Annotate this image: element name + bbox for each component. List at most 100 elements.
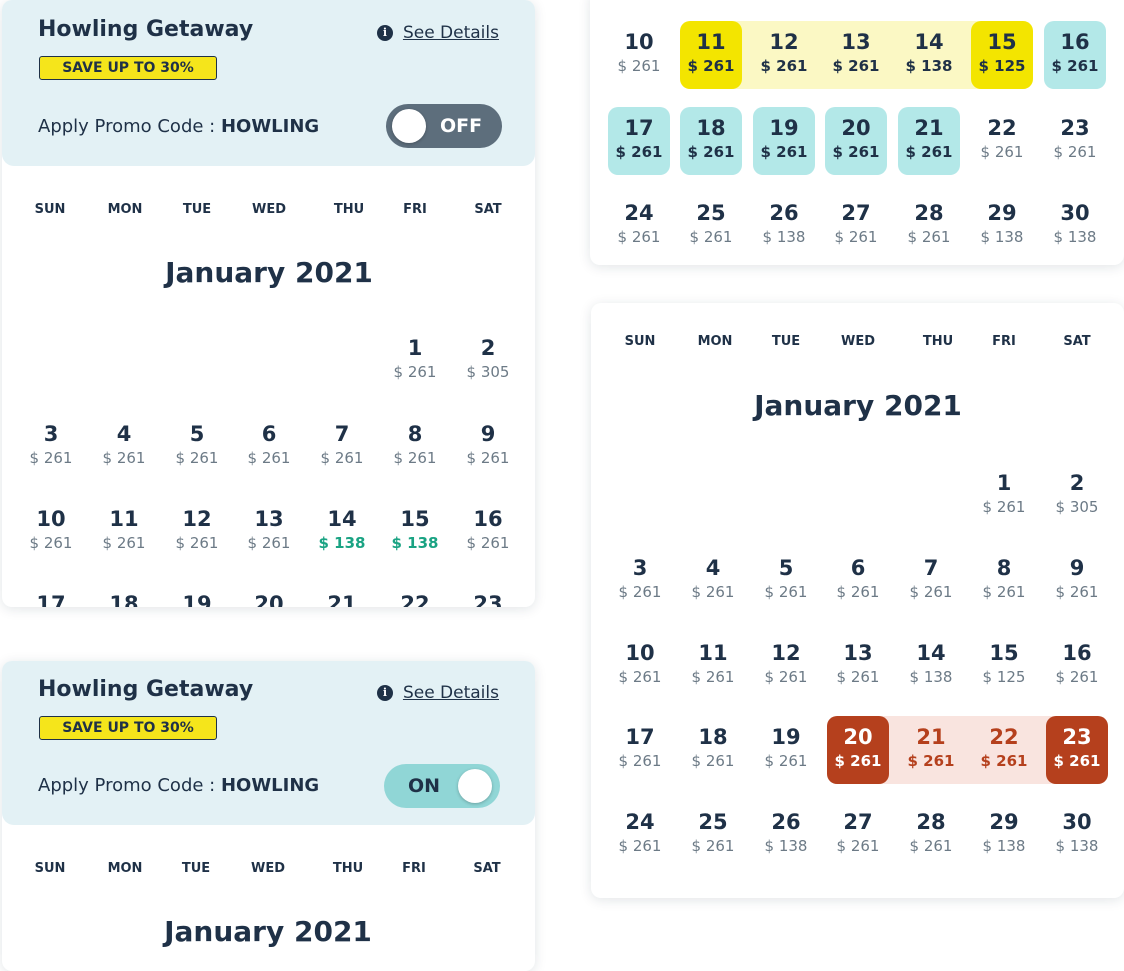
day-cell[interactable]: 3 $ 261 — [609, 547, 671, 615]
day-price: $ 261 — [980, 143, 1024, 161]
see-details-link[interactable]: See Details — [403, 683, 499, 703]
day-cell[interactable]: 4 $ 261 — [93, 413, 155, 481]
day-cell[interactable]: 23 — [457, 583, 519, 607]
day-cell[interactable]: 17 — [20, 583, 82, 607]
weekday-tue: TUE — [182, 202, 212, 217]
see-details-link[interactable]: See Details — [403, 23, 499, 43]
day-cell[interactable]: 27 $ 261 — [827, 801, 889, 869]
day-cell[interactable]: 13 $ 261 — [825, 21, 887, 89]
day-cell[interactable]: 9 $ 261 — [457, 413, 519, 481]
day-number: 19 — [769, 116, 799, 140]
day-cell[interactable]: 6 $ 261 — [827, 547, 889, 615]
day-cell[interactable]: 1 $ 261 — [973, 462, 1035, 530]
day-cell[interactable]: 12 $ 261 — [755, 632, 817, 700]
day-cell[interactable]: 3 $ 261 — [20, 413, 82, 481]
day-price: $ 261 — [1055, 583, 1099, 601]
day-cell[interactable]: 15 $ 138 — [384, 498, 446, 566]
day-cell[interactable]: 12 $ 261 — [166, 498, 228, 566]
day-cell[interactable]: 30 $ 138 — [1044, 192, 1106, 260]
day-cell[interactable]: 14 $ 138 — [311, 498, 373, 566]
day-cell[interactable]: 9 $ 261 — [1046, 547, 1108, 615]
day-cell[interactable]: 26 $ 138 — [753, 192, 815, 260]
day-cell[interactable]: 25 $ 261 — [680, 192, 742, 260]
day-cell[interactable]: 10 $ 261 — [20, 498, 82, 566]
day-cell[interactable]: 29 $ 138 — [973, 801, 1035, 869]
day-cell[interactable]: 11 $ 261 — [93, 498, 155, 566]
month-title: January 2021 — [165, 256, 373, 289]
day-cell[interactable]: 21 — [311, 583, 373, 607]
day-cell[interactable]: 15 $ 125 — [973, 632, 1035, 700]
day-cell[interactable]: 21 $ 261 — [898, 107, 960, 175]
day-cell[interactable]: 23 $ 261 — [1046, 716, 1108, 784]
day-number: 29 — [989, 810, 1019, 834]
day-cell[interactable]: 14 $ 138 — [898, 21, 960, 89]
day-price: $ 261 — [1055, 668, 1099, 686]
day-cell[interactable]: 24 $ 261 — [608, 192, 670, 260]
day-cell[interactable]: 11 $ 261 — [680, 21, 742, 89]
day-cell[interactable]: 18 $ 261 — [680, 107, 742, 175]
day-cell[interactable]: 20 — [238, 583, 300, 607]
day-cell[interactable]: 15 $ 125 — [971, 21, 1033, 89]
day-cell[interactable]: 11 $ 261 — [682, 632, 744, 700]
toggle-label: OFF — [440, 115, 483, 137]
day-number: 16 — [1062, 641, 1092, 665]
day-number: 7 — [923, 556, 939, 580]
day-cell[interactable]: 23 $ 261 — [1044, 107, 1106, 175]
day-cell[interactable]: 25 $ 261 — [682, 801, 744, 869]
day-cell[interactable]: 6 $ 261 — [238, 413, 300, 481]
day-cell[interactable]: 10 $ 261 — [608, 21, 670, 89]
day-cell[interactable]: 18 — [93, 583, 155, 607]
day-cell[interactable]: 20 $ 261 — [827, 716, 889, 784]
day-cell[interactable]: 14 $ 138 — [900, 632, 962, 700]
day-number: 26 — [769, 201, 799, 225]
day-price: $ 261 — [907, 752, 955, 770]
day-price: $ 261 — [687, 57, 735, 75]
day-cell[interactable]: 13 $ 261 — [238, 498, 300, 566]
day-cell[interactable]: 5 $ 261 — [166, 413, 228, 481]
day-cell[interactable]: 21 $ 261 — [900, 716, 962, 784]
day-cell[interactable]: 30 $ 138 — [1046, 801, 1108, 869]
day-cell[interactable]: 17 $ 261 — [609, 716, 671, 784]
see-details: i See Details — [376, 23, 499, 43]
day-cell[interactable]: 20 $ 261 — [825, 107, 887, 175]
day-cell[interactable]: 16 $ 261 — [457, 498, 519, 566]
day-cell[interactable]: 22 — [384, 583, 446, 607]
day-cell[interactable]: 10 $ 261 — [609, 632, 671, 700]
day-cell[interactable]: 19 $ 261 — [755, 716, 817, 784]
promo-toggle-on[interactable]: ON — [384, 764, 500, 808]
day-cell[interactable]: 22 $ 261 — [973, 716, 1035, 784]
weekday-fri: FRI — [403, 202, 427, 217]
day-cell[interactable]: 4 $ 261 — [682, 547, 744, 615]
day-cell[interactable]: 26 $ 138 — [755, 801, 817, 869]
day-cell[interactable]: 7 $ 261 — [311, 413, 373, 481]
day-cell[interactable]: 12 $ 261 — [753, 21, 815, 89]
day-cell[interactable]: 19 — [166, 583, 228, 607]
day-cell[interactable]: 2 $ 305 — [457, 327, 519, 395]
day-price: $ 138 — [980, 228, 1024, 246]
promo-toggle-off[interactable]: OFF — [386, 104, 502, 148]
day-cell[interactable]: 24 $ 261 — [609, 801, 671, 869]
day-cell[interactable]: 16 $ 261 — [1046, 632, 1108, 700]
day-cell[interactable]: 28 $ 261 — [900, 801, 962, 869]
day-cell[interactable]: 8 $ 261 — [973, 547, 1035, 615]
day-price: $ 261 — [29, 449, 73, 467]
day-cell[interactable]: 19 $ 261 — [753, 107, 815, 175]
day-cell[interactable]: 5 $ 261 — [755, 547, 817, 615]
day-price: $ 261 — [832, 57, 880, 75]
day-cell[interactable]: 29 $ 138 — [971, 192, 1033, 260]
day-number: 25 — [696, 201, 726, 225]
day-cell[interactable]: 18 $ 261 — [682, 716, 744, 784]
day-number: 27 — [843, 810, 873, 834]
day-cell[interactable]: 8 $ 261 — [384, 413, 446, 481]
day-cell[interactable]: 2 $ 305 — [1046, 462, 1108, 530]
day-cell[interactable]: 27 $ 261 — [825, 192, 887, 260]
day-cell[interactable]: 28 $ 261 — [898, 192, 960, 260]
day-cell[interactable]: 16 $ 261 — [1044, 21, 1106, 89]
day-cell[interactable]: 22 $ 261 — [971, 107, 1033, 175]
day-cell[interactable]: 13 $ 261 — [827, 632, 889, 700]
day-cell[interactable]: 1 $ 261 — [384, 327, 446, 395]
weekday-wed: WED — [250, 861, 285, 876]
day-cell[interactable]: 17 $ 261 — [608, 107, 670, 175]
day-cell[interactable]: 7 $ 261 — [900, 547, 962, 615]
day-price: $ 261 — [175, 534, 219, 552]
